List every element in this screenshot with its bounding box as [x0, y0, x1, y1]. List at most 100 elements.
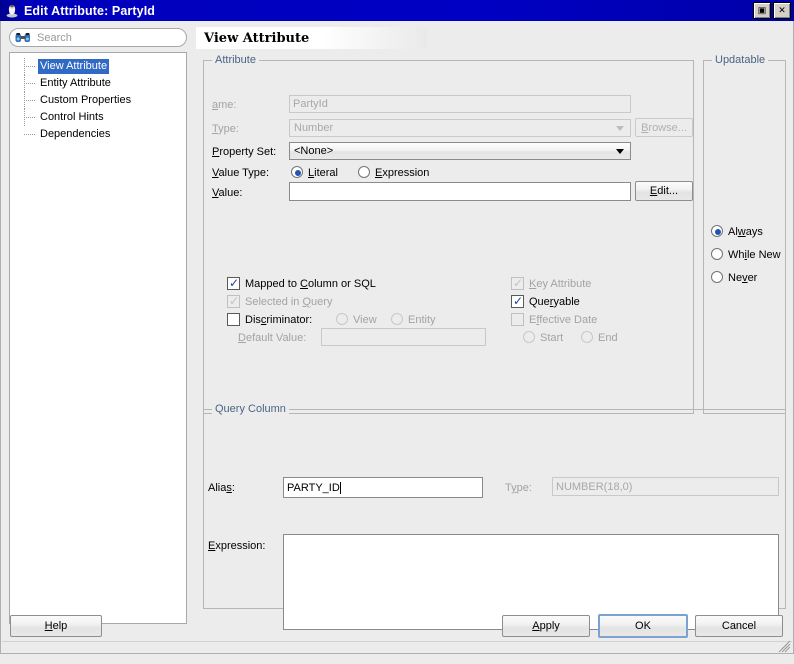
check-glyph: ✓	[229, 294, 240, 308]
effective-date-end-label: End	[598, 332, 618, 344]
navigation-pane: Search View Attribute Entity Attribute C…	[9, 28, 187, 624]
alias-input[interactable]: PARTY_ID	[283, 477, 483, 498]
window-controls: ▣ ✕	[753, 2, 791, 19]
value-type-literal-radio[interactable]	[291, 166, 303, 178]
discriminator-checkbox[interactable]	[227, 313, 240, 326]
search-input[interactable]: Search	[9, 28, 187, 47]
tree-connector	[24, 83, 35, 85]
name-label: ame:	[212, 99, 237, 111]
search-placeholder: Search	[37, 31, 72, 44]
maximize-button[interactable]: ▣	[753, 2, 771, 19]
page-title-text: View Attribute	[204, 30, 310, 46]
tree-connector	[24, 117, 35, 119]
property-set-label: Property Set:	[212, 146, 277, 158]
help-button[interactable]: Help	[10, 615, 102, 637]
queryable-label[interactable]: Queryable	[529, 296, 580, 308]
effective-date-end-radio	[581, 331, 593, 343]
name-value: PartyId	[293, 98, 328, 110]
window-title: Edit Attribute: PartyId	[24, 3, 156, 18]
settings-tree[interactable]: View Attribute Entity Attribute Custom P…	[9, 52, 187, 624]
updatable-always-radio[interactable]	[711, 225, 723, 237]
name-field: PartyId	[289, 95, 631, 113]
type-value: Number	[294, 122, 334, 134]
cancel-button-label: Cancel	[721, 620, 757, 632]
value-type-literal-label[interactable]: Literal	[308, 167, 338, 179]
sidebar-item-label: View Attribute	[38, 59, 110, 74]
cancel-button[interactable]: Cancel	[695, 615, 783, 637]
key-attribute-label: Key Attribute	[529, 278, 592, 290]
default-value-label: Default Value:	[238, 332, 307, 344]
sidebar-item-view-attribute[interactable]: View Attribute	[10, 58, 186, 75]
sidebar-item-control-hints[interactable]: Control Hints	[10, 109, 186, 126]
updatable-always-label[interactable]: Always	[728, 226, 763, 238]
discriminator-label[interactable]: Discriminator:	[245, 314, 312, 326]
discriminator-entity-radio	[391, 313, 403, 325]
radio-dot	[295, 170, 301, 176]
alias-label: Alias:	[208, 482, 235, 494]
selected-in-query-label: Selected in Query	[245, 296, 333, 308]
value-type-label: Value Type:	[212, 167, 270, 179]
type-combo: Number	[289, 119, 631, 137]
queryable-checkbox[interactable]: ✓	[511, 295, 524, 308]
title-bar[interactable]: Edit Attribute: PartyId ▣ ✕	[0, 0, 794, 21]
effective-date-label: Effective Date	[529, 314, 598, 326]
edit-button[interactable]: Edit...	[635, 181, 693, 201]
query-column-group-title: Query Column	[212, 403, 289, 415]
expression-label: Expression:	[208, 540, 266, 552]
sidebar-item-label: Control Hints	[40, 111, 104, 123]
sidebar-item-entity-attribute[interactable]: Entity Attribute	[10, 75, 186, 92]
check-glyph: ✓	[513, 294, 524, 308]
sidebar-item-label: Custom Properties	[40, 94, 132, 106]
browse-button: Browse...	[635, 118, 693, 137]
sidebar-item-custom-properties[interactable]: Custom Properties	[10, 92, 186, 109]
effective-date-start-label: Start	[540, 332, 564, 344]
key-attribute-checkbox: ✓	[511, 277, 524, 290]
ok-button[interactable]: OK	[598, 614, 688, 638]
dialog-body: Search View Attribute Entity Attribute C…	[0, 21, 794, 654]
updatable-while-new-label[interactable]: While New	[728, 249, 781, 261]
status-bar	[2, 640, 792, 653]
value-input[interactable]	[289, 182, 631, 201]
check-glyph: ✓	[513, 276, 524, 290]
edit-attribute-dialog: Edit Attribute: PartyId ▣ ✕ Search View …	[0, 0, 794, 664]
tree-connector	[24, 100, 35, 102]
content-pane: View Attribute Attribute ame: PartyId Ty…	[195, 21, 793, 653]
apply-button[interactable]: Apply	[502, 615, 590, 637]
effective-date-start-radio	[523, 331, 535, 343]
sidebar-item-label: Dependencies	[40, 128, 111, 140]
duke-app-icon	[4, 3, 20, 19]
tree-connector	[24, 134, 35, 136]
chevron-down-icon	[616, 149, 624, 154]
updatable-never-radio[interactable]	[711, 271, 723, 283]
resize-grip[interactable]	[778, 640, 791, 653]
type-label: Type:	[212, 123, 239, 135]
sidebar-item-dependencies[interactable]: Dependencies	[10, 126, 186, 143]
check-glyph: ✓	[229, 276, 240, 290]
value-type-expression-label[interactable]: Expression	[375, 167, 429, 179]
tree-connector	[24, 66, 35, 68]
attribute-group: Attribute	[203, 54, 694, 414]
value-label: Value:	[212, 187, 243, 199]
discriminator-view-label: View	[353, 314, 377, 326]
property-set-combo[interactable]: <None>	[289, 142, 631, 160]
discriminator-entity-label: Entity	[408, 314, 436, 326]
attribute-group-title: Attribute	[212, 54, 259, 66]
binoculars-icon	[15, 32, 31, 44]
text-caret	[339, 481, 341, 494]
updatable-while-new-radio[interactable]	[711, 248, 723, 260]
property-set-value: <None>	[294, 145, 334, 157]
close-button[interactable]: ✕	[773, 2, 791, 19]
mapped-to-column-checkbox[interactable]: ✓	[227, 277, 240, 290]
query-type-field: NUMBER(18,0)	[552, 477, 779, 496]
chevron-down-icon	[616, 126, 624, 131]
updatable-never-label[interactable]: Never	[728, 272, 757, 284]
default-value-field	[321, 328, 486, 346]
ok-button-label: OK	[635, 620, 651, 632]
updatable-group-title: Updatable	[712, 54, 769, 66]
sidebar-item-label: Entity Attribute	[40, 77, 111, 89]
discriminator-view-radio	[336, 313, 348, 325]
value-type-expression-radio[interactable]	[358, 166, 370, 178]
query-type-label: Type:	[505, 482, 532, 494]
mapped-to-column-label[interactable]: Mapped to Column or SQL	[245, 278, 376, 290]
radio-dot	[715, 229, 721, 235]
